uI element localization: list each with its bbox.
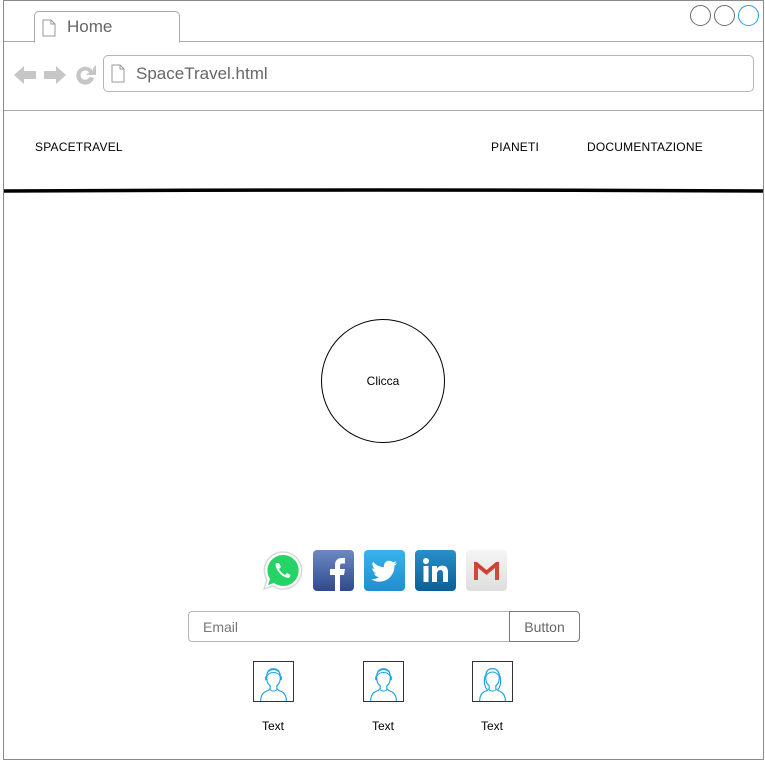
nav-item-documentazione[interactable]: DOCUMENTAZIONE [587, 140, 703, 154]
person-card: Text [462, 661, 522, 733]
person-label: Text [261, 719, 284, 733]
close-button[interactable] [738, 5, 759, 26]
tab-label: Home [67, 17, 113, 36]
person-card: Text [243, 661, 303, 733]
header-divider [4, 188, 763, 193]
person-label: Text [480, 719, 503, 733]
maximize-button[interactable] [714, 5, 735, 26]
tab-home[interactable]: Home [34, 11, 180, 43]
browser-window: Home SpaceTravel.html SPACETRAVEL PIANET… [3, 0, 764, 760]
page-icon [111, 64, 125, 83]
twitter-icon[interactable] [364, 550, 405, 591]
minimize-button[interactable] [690, 5, 711, 26]
user-male-icon [362, 661, 404, 702]
address-bar[interactable]: SpaceTravel.html [103, 55, 754, 92]
gmail-icon[interactable] [466, 550, 507, 591]
email-field[interactable] [188, 611, 510, 642]
navigation-bar: SpaceTravel.html [4, 42, 763, 111]
click-circle-label: Clicca [366, 374, 400, 388]
person-card: Text [353, 661, 413, 733]
facebook-icon[interactable] [313, 550, 354, 591]
submit-button[interactable]: Button [509, 611, 580, 642]
user-female-icon [471, 661, 513, 702]
nav-item-pianeti[interactable]: PIANETI [491, 140, 539, 154]
social-links [262, 550, 507, 591]
site-header: SPACETRAVEL PIANETI DOCUMENTAZIONE [4, 112, 763, 192]
linkedin-icon[interactable] [415, 550, 456, 591]
whatsapp-icon[interactable] [262, 550, 303, 591]
back-arrow-icon[interactable] [13, 63, 37, 87]
page-icon [42, 19, 56, 37]
reload-icon[interactable] [73, 63, 97, 87]
window-controls [690, 5, 759, 26]
tab-bar: Home [4, 1, 763, 43]
address-text: SpaceTravel.html [136, 64, 268, 83]
person-label: Text [371, 719, 394, 733]
subscribe-form: Button [188, 611, 580, 642]
forward-arrow-icon[interactable] [43, 63, 67, 87]
click-circle-button[interactable]: Clicca [321, 319, 445, 443]
user-male-icon [252, 661, 294, 702]
site-brand[interactable]: SPACETRAVEL [35, 140, 123, 154]
